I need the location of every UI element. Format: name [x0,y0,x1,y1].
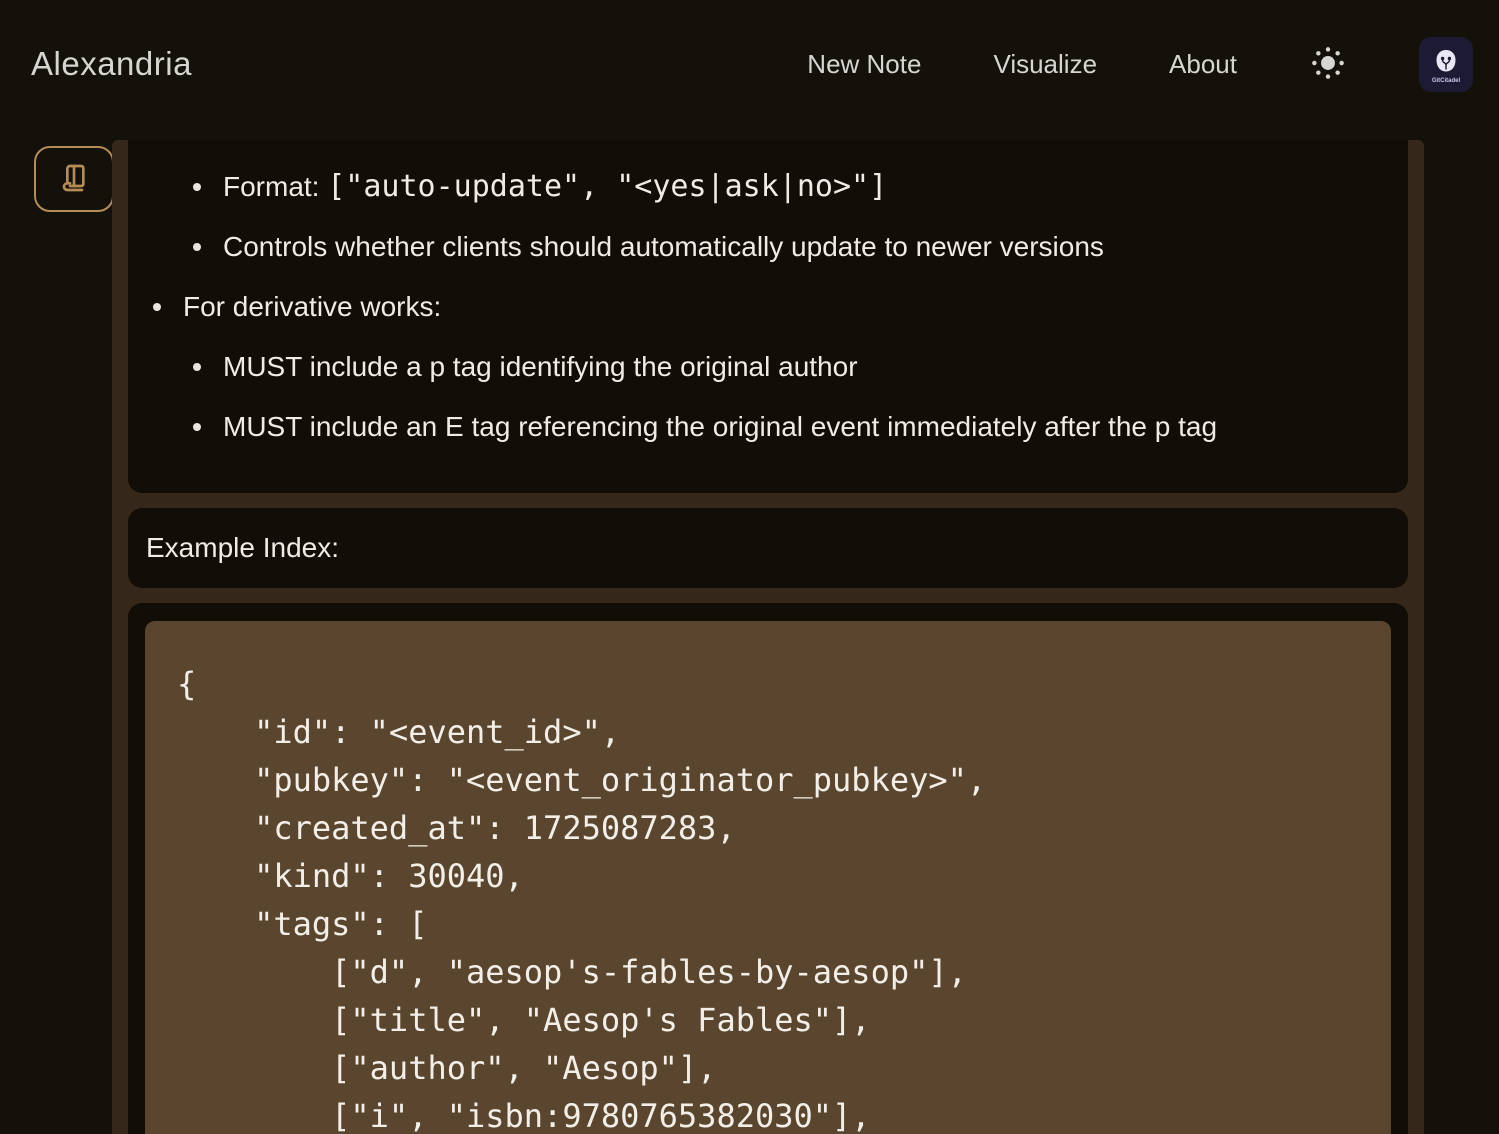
nav-item-about[interactable]: About [1169,49,1237,80]
bullet-dot [193,363,201,371]
sidebar-toggle-button[interactable] [34,146,114,212]
logo-label: GitCitadel [1432,78,1460,84]
code-pre: { "id": "<event_id>", "pubkey": "<event_… [177,660,1367,1134]
theme-toggle-button[interactable] [1309,44,1347,85]
doc-list: Format: ["auto-update", "<yes|ask|no>"] C… [128,170,1378,443]
doc-card: Format: ["auto-update", "<yes|ask|no>"] C… [128,140,1408,493]
bullet-dot [153,303,161,311]
list-item: MUST include a p tag identifying the ori… [128,350,1378,383]
sun-icon [1309,44,1347,85]
book-icon [58,162,90,197]
inline-code: ["auto-update", "<yes|ask|no>"] [327,169,887,204]
nav-item-visualize[interactable]: Visualize [993,49,1097,80]
gitcitadel-shield-icon [1433,48,1459,77]
gitcitadel-logo-button[interactable]: GitCitadel [1419,37,1473,92]
bullet-dot [193,183,201,191]
list-item-text: MUST include a p tag identifying the ori… [223,350,858,383]
list-item-text: Controls whether clients should automati… [223,230,1104,263]
nav: New Note Visualize About [807,37,1473,92]
list-item: MUST include an E tag referencing the or… [128,410,1378,443]
list-item-text: Format: ["auto-update", "<yes|ask|no>"] [223,170,887,203]
app-title: Alexandria [31,45,192,83]
list-item-text: MUST include an E tag referencing the or… [223,410,1217,443]
nav-item-new-note[interactable]: New Note [807,49,921,80]
example-label: Example Index: [146,532,339,564]
list-item: Controls whether clients should automati… [128,230,1378,263]
bullet-dot [193,423,201,431]
list-item: For derivative works: [128,290,1378,323]
list-item: Format: ["auto-update", "<yes|ask|no>"] [128,170,1378,203]
content-panel: Format: ["auto-update", "<yes|ask|no>"] C… [112,140,1424,1134]
code-card: { "id": "<event_id>", "pubkey": "<event_… [128,603,1408,1134]
bullet-dot [193,243,201,251]
code-block: { "id": "<event_id>", "pubkey": "<event_… [145,621,1391,1134]
header: Alexandria New Note Visualize About [0,0,1499,128]
list-item-text: For derivative works: [183,290,441,323]
example-card: Example Index: [128,508,1408,588]
